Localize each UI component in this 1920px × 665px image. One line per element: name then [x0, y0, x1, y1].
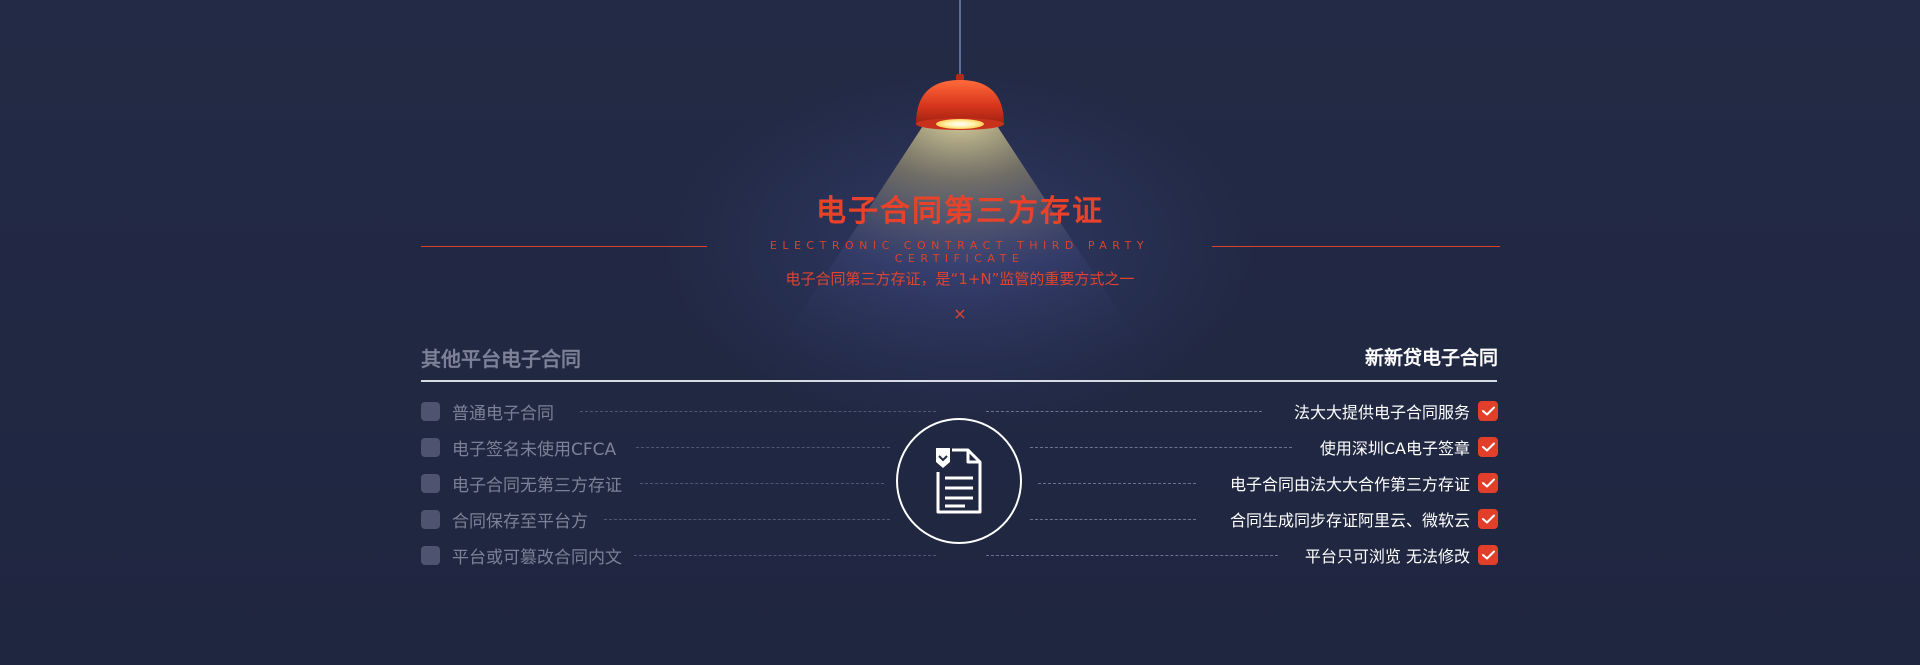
left-item-label: 电子签名未使用CFCA	[452, 439, 617, 460]
right-item-label: 合同生成同步存证阿里云、微软云	[1229, 511, 1470, 530]
subtitle-rule-right	[1212, 246, 1500, 247]
right-list-item: 电子合同由法大大合作第三方存证	[1230, 472, 1498, 494]
page-subtitle-en: ELECTRONIC CONTRACT THIRD PARTY CERTIFIC…	[769, 239, 1150, 265]
right-list-item: 平台只可浏览 无法修改	[1305, 544, 1498, 566]
left-list-item: 电子签名未使用CFCA	[421, 436, 617, 460]
right-list-item: 法大大提供电子合同服务	[1294, 400, 1498, 422]
other-platform-heading: 其他平台电子合同	[421, 347, 581, 371]
unchecked-box-icon	[421, 473, 440, 493]
page-title: 电子合同第三方存证	[816, 194, 1104, 229]
page-tagline: 电子合同第三方存证，是“1+N”监管的重要方式之一	[785, 270, 1135, 288]
left-connector-line	[634, 555, 936, 556]
left-item-label: 合同保存至平台方	[452, 511, 588, 532]
right-item-label: 法大大提供电子合同服务	[1293, 403, 1470, 422]
right-item-label: 电子合同由法大大合作第三方存证	[1229, 475, 1470, 494]
check-icon	[1478, 473, 1498, 493]
left-list-item: 平台或可篡改合同内文	[421, 544, 622, 568]
check-icon	[1478, 545, 1498, 565]
right-list-item: 合同生成同步存证阿里云、微软云	[1230, 508, 1498, 530]
right-item-label: 平台只可浏览 无法修改	[1304, 547, 1470, 566]
right-list-item: 使用深圳CA电子签章	[1320, 436, 1498, 458]
versus-symbol: ×	[953, 304, 967, 323]
right-connector-line	[1030, 519, 1196, 520]
contract-document-icon	[896, 418, 1022, 544]
left-item-label: 电子合同无第三方存证	[452, 475, 622, 496]
left-connector-line	[636, 447, 890, 448]
pendant-lamp-icon	[916, 74, 1004, 130]
unchecked-box-icon	[421, 509, 440, 529]
unchecked-box-icon	[421, 401, 440, 421]
document-icon	[934, 446, 982, 514]
right-connector-line	[986, 555, 1278, 556]
left-item-label: 普通电子合同	[452, 403, 554, 424]
unchecked-box-icon	[421, 437, 440, 457]
left-list-item: 普通电子合同	[421, 400, 554, 424]
left-list-item: 合同保存至平台方	[421, 508, 588, 532]
left-item-label: 平台或可篡改合同内文	[452, 547, 622, 568]
check-icon	[1478, 437, 1498, 457]
subtitle-rule-left	[421, 246, 707, 247]
lamp-cord	[959, 0, 961, 78]
xinxindai-heading: 新新贷电子合同	[1364, 347, 1498, 369]
left-connector-line	[640, 483, 884, 484]
right-item-label: 使用深圳CA电子签章	[1319, 439, 1470, 458]
left-list-item: 电子合同无第三方存证	[421, 472, 622, 496]
check-icon	[1478, 401, 1498, 421]
right-connector-line	[1030, 447, 1292, 448]
right-connector-line	[1038, 483, 1196, 484]
right-connector-line	[986, 411, 1262, 412]
header-divider	[421, 380, 1497, 382]
left-connector-line	[604, 519, 890, 520]
unchecked-box-icon	[421, 545, 440, 565]
left-connector-line	[580, 411, 936, 412]
check-icon	[1478, 509, 1498, 529]
